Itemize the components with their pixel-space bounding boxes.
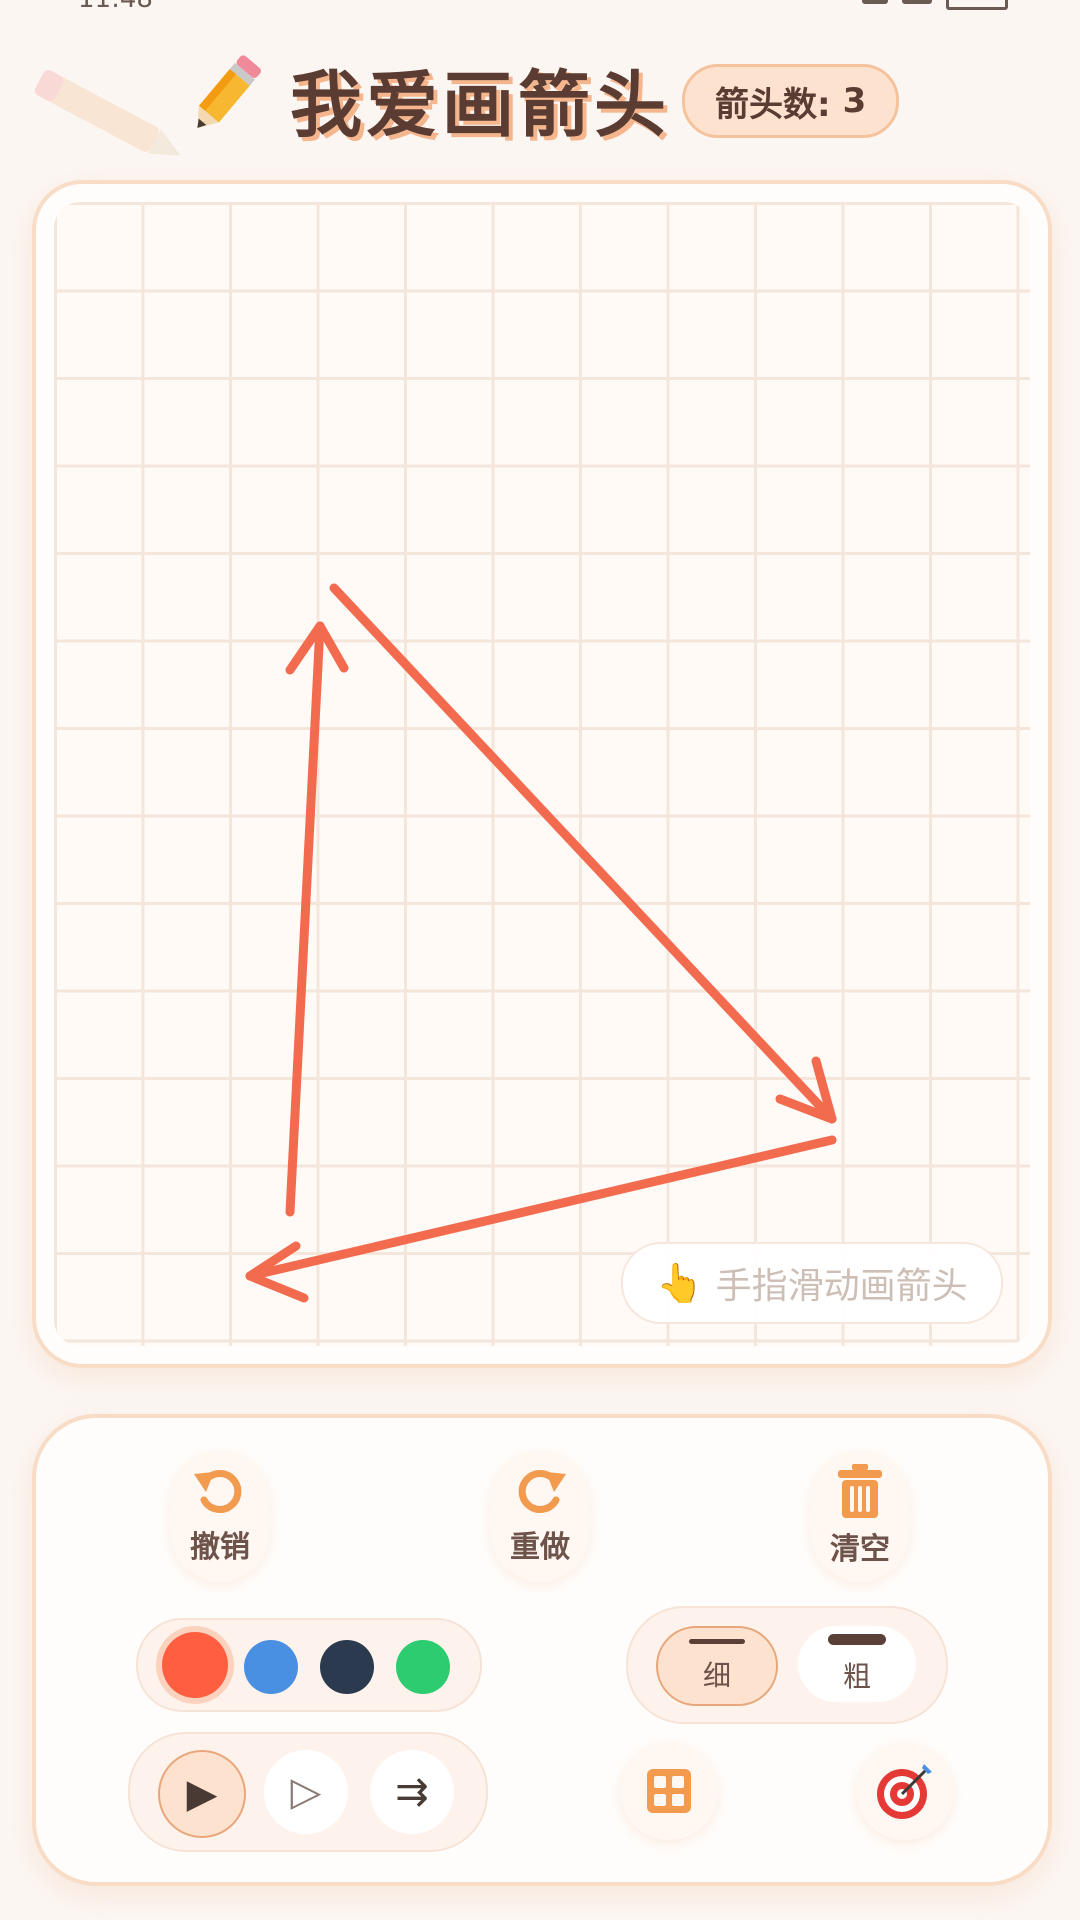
solid-arrow-icon: ▶ (186, 1771, 218, 1817)
status-time: 11:48 (78, 0, 153, 14)
thick-line-icon (828, 1633, 886, 1645)
wifi-icon (902, 0, 932, 4)
target-icon (877, 1764, 932, 1819)
app-screen: 11:48 我爱画箭头 箭头数: 3 (0, 0, 1080, 1920)
header: 我爱画箭头 箭头数: 3 (0, 38, 1080, 158)
width-thick-button[interactable]: 粗 (798, 1626, 916, 1702)
redo-icon (518, 1470, 566, 1513)
double-arrow-icon: ⇉ (395, 1769, 429, 1815)
width-thin-button[interactable]: 细 (656, 1626, 778, 1706)
line-width-picker: 细 粗 (626, 1606, 948, 1724)
hint-text: 手指滑动画箭头 (715, 1266, 968, 1307)
color-picker (136, 1618, 482, 1712)
clear-label: 清空 (830, 1532, 890, 1567)
arrow-count-badge: 箭头数: 3 (682, 64, 900, 138)
thin-line-icon (689, 1638, 745, 1644)
redo-label: 重做 (510, 1530, 570, 1565)
arrow-layer (245, 583, 837, 1303)
target-button[interactable] (856, 1742, 954, 1840)
redo-button[interactable]: 重做 (490, 1450, 590, 1582)
color-swatch-red[interactable] (162, 1632, 228, 1698)
battery-icon (946, 0, 1008, 10)
status-icons (862, 0, 1008, 10)
pencil-icon (197, 55, 261, 128)
style-hollow-arrow-button[interactable]: ▷ (264, 1750, 348, 1834)
arrow-count-value: 3 (842, 81, 867, 121)
style-solid-arrow-button[interactable]: ▶ (158, 1750, 246, 1838)
color-swatch-green[interactable] (396, 1640, 450, 1694)
grid-toggle-button[interactable] (620, 1742, 718, 1840)
drawing-canvas-card (32, 180, 1052, 1368)
toolbar-panel: 撤销 重做 清空 细 粗 ▶ ▷ ⇉ (32, 1414, 1052, 1886)
hollow-arrow-icon: ▷ (290, 1769, 322, 1815)
signal-icon (862, 0, 888, 4)
arrow-style-picker: ▶ ▷ ⇉ (128, 1732, 488, 1852)
undo-label: 撤销 (190, 1530, 250, 1565)
drawing-canvas[interactable] (54, 202, 1030, 1346)
grid-icon (647, 1769, 691, 1813)
width-thin-label: 细 (702, 1658, 731, 1692)
clear-button[interactable]: 清空 (810, 1450, 910, 1582)
undo-icon (194, 1470, 242, 1513)
style-double-arrow-button[interactable]: ⇉ (370, 1750, 454, 1834)
trash-icon (838, 1464, 882, 1518)
status-bar: 11:48 (0, 0, 1080, 14)
color-swatch-blue[interactable] (244, 1640, 298, 1694)
arrow-count-label: 箭头数: (715, 84, 831, 125)
arrow-stroke (285, 621, 349, 1217)
drawing-hint: 👆 手指滑动画箭头 (621, 1242, 1003, 1324)
pointing-hand-icon: 👆 (656, 1260, 704, 1305)
arrow-stroke (329, 583, 837, 1124)
width-thick-label: 粗 (842, 1659, 871, 1693)
undo-button[interactable]: 撤销 (170, 1450, 270, 1582)
page-title: 我爱画箭头 (290, 63, 671, 147)
color-swatch-navy[interactable] (320, 1640, 374, 1694)
